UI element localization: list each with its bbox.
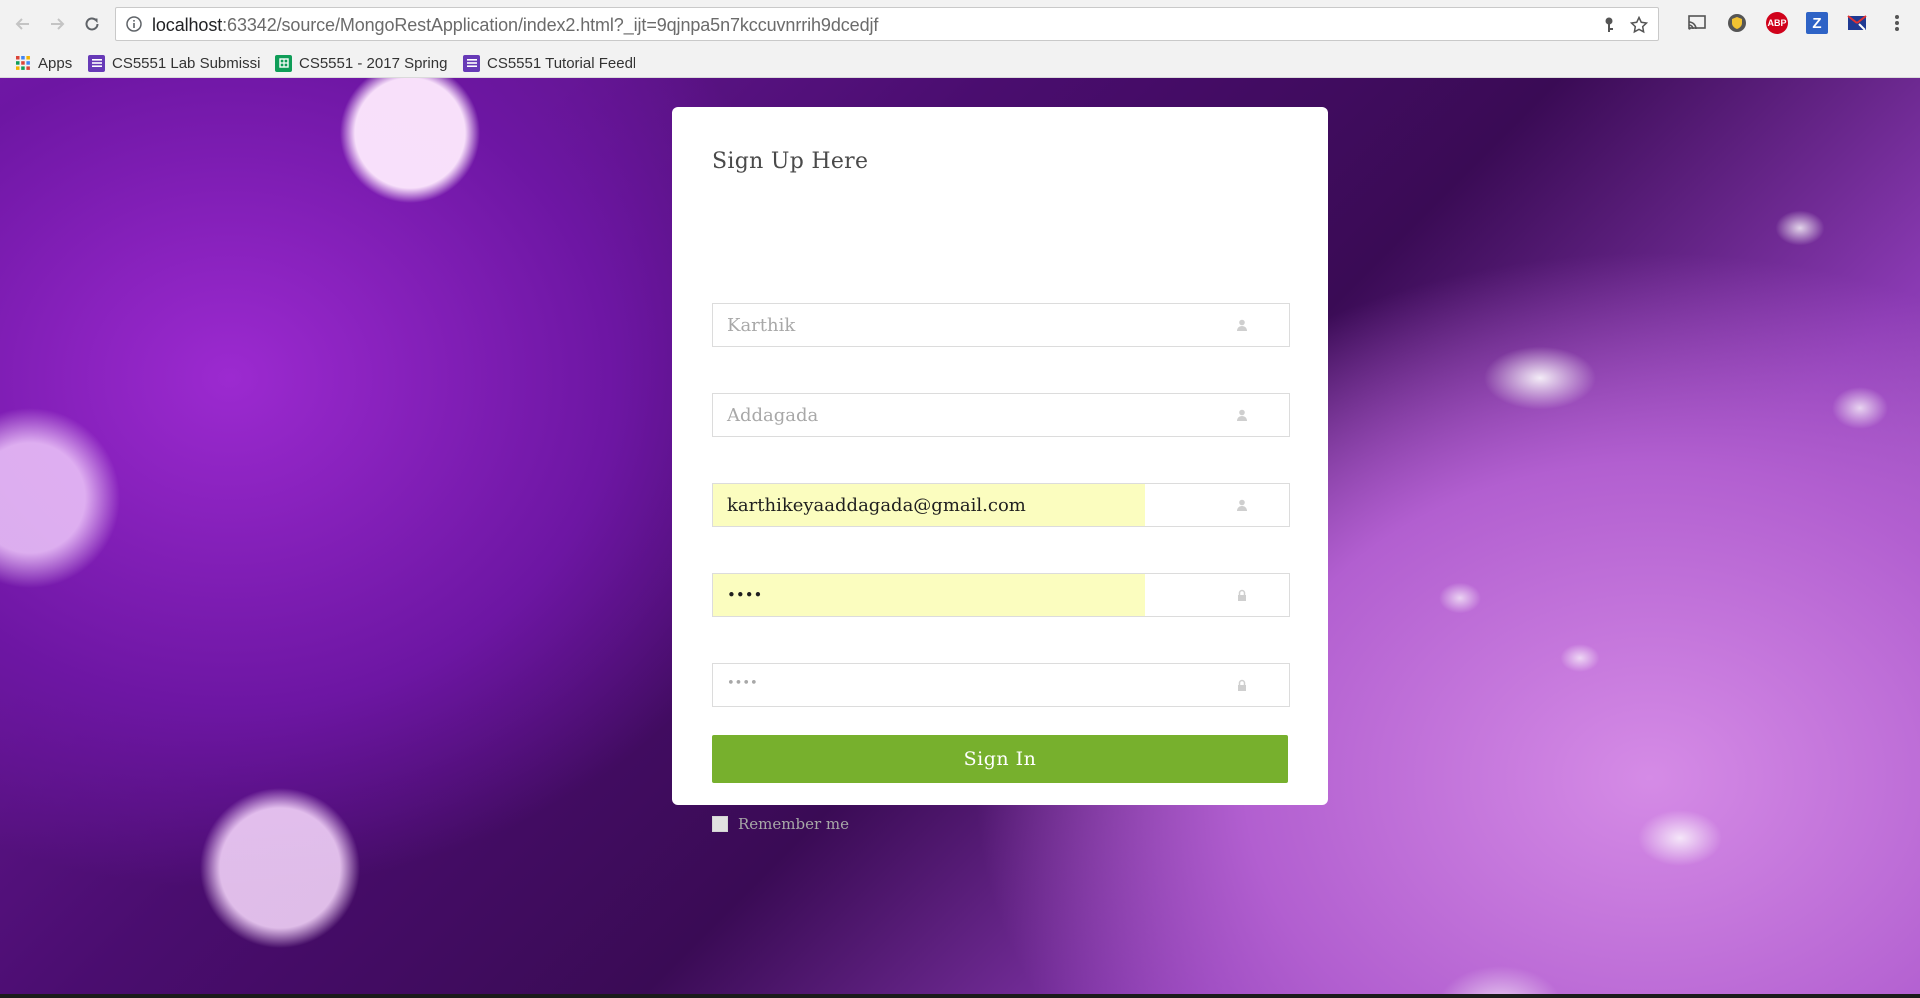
reload-button[interactable] [80,12,104,36]
first-name-placeholder: Karthik [727,315,796,336]
key-icon[interactable] [1600,16,1618,34]
signup-card: Sign Up Here Karthik Addagada karthikeya… [672,107,1328,833]
user-icon [1235,408,1249,422]
browser-toolbar: localhost:63342/source/MongoRestApplicat… [0,0,1920,49]
apps-grid-icon [14,55,31,72]
forms-icon [88,54,105,72]
url-text[interactable]: localhost:63342/source/MongoRestApplicat… [152,15,878,36]
cast-icon[interactable] [1686,12,1708,34]
url-path: :63342/source/MongoRestApplication/index… [222,15,879,35]
first-name-field[interactable]: Karthik [712,303,1290,347]
info-icon[interactable] [126,16,142,32]
bookmark-label: CS5551 - 2017 Spring [299,54,447,72]
confirm-password-field[interactable]: •••• [712,663,1290,707]
bookmark-label: Apps [38,54,73,72]
bookmark-lab-submission[interactable]: CS5551 Lab Submissio [88,53,260,73]
user-icon [1235,318,1249,332]
arrow-left-icon [15,18,29,30]
shield-icon[interactable] [1726,12,1748,34]
menu-icon[interactable] [1886,12,1908,34]
z-label: Z [1812,14,1822,32]
autofill-highlight [713,574,1145,616]
lock-icon [1235,678,1249,692]
last-name-field[interactable]: Addagada [712,393,1290,437]
address-bar[interactable]: localhost:63342/source/MongoRestApplicat… [115,7,1659,41]
forms-icon [463,54,480,72]
remember-me-label: Remember me [738,815,850,833]
password-field[interactable]: •••• [712,573,1290,617]
password-value: •••• [727,586,763,604]
bottom-strip [0,994,1920,998]
lock-icon [1235,588,1249,602]
forward-button[interactable] [45,12,69,36]
last-name-placeholder: Addagada [727,405,819,426]
reload-icon [85,17,99,31]
flag-icon[interactable] [1846,12,1868,34]
bookmark-label: CS5551 Lab Submissio [112,54,260,72]
bookmark-tutorial-feedback[interactable]: CS5551 Tutorial Feedb [463,53,635,73]
sign-in-button[interactable]: Sign In [712,735,1288,783]
confirm-password-placeholder: •••• [727,676,758,691]
adblock-icon[interactable]: ABP [1766,12,1788,34]
bookmarks-bar: Apps CS5551 Lab Submissio CS5551 - 2017 … [0,49,1920,78]
bookmark-label: CS5551 Tutorial Feedb [487,54,635,72]
url-host: localhost [152,15,223,35]
bookmark-star-icon[interactable] [1630,16,1648,34]
sheets-icon [275,54,292,72]
email-value: karthikeyaaddagada@gmail.com [727,495,1026,516]
form-title: Sign Up Here [712,149,869,174]
z-icon[interactable]: Z [1806,12,1828,34]
bookmark-2017-spring[interactable]: CS5551 - 2017 Spring [275,53,447,73]
arrow-right-icon [51,18,65,30]
adblock-label: ABP [1767,18,1787,28]
remember-me[interactable]: Remember me [712,815,849,833]
back-button[interactable] [11,12,35,36]
remember-me-checkbox[interactable] [712,816,728,832]
page-background: Sign Up Here Karthik Addagada karthikeya… [0,78,1920,994]
user-icon [1235,498,1249,512]
email-field[interactable]: karthikeyaaddagada@gmail.com [712,483,1290,527]
bookmark-apps[interactable]: Apps [14,53,74,73]
